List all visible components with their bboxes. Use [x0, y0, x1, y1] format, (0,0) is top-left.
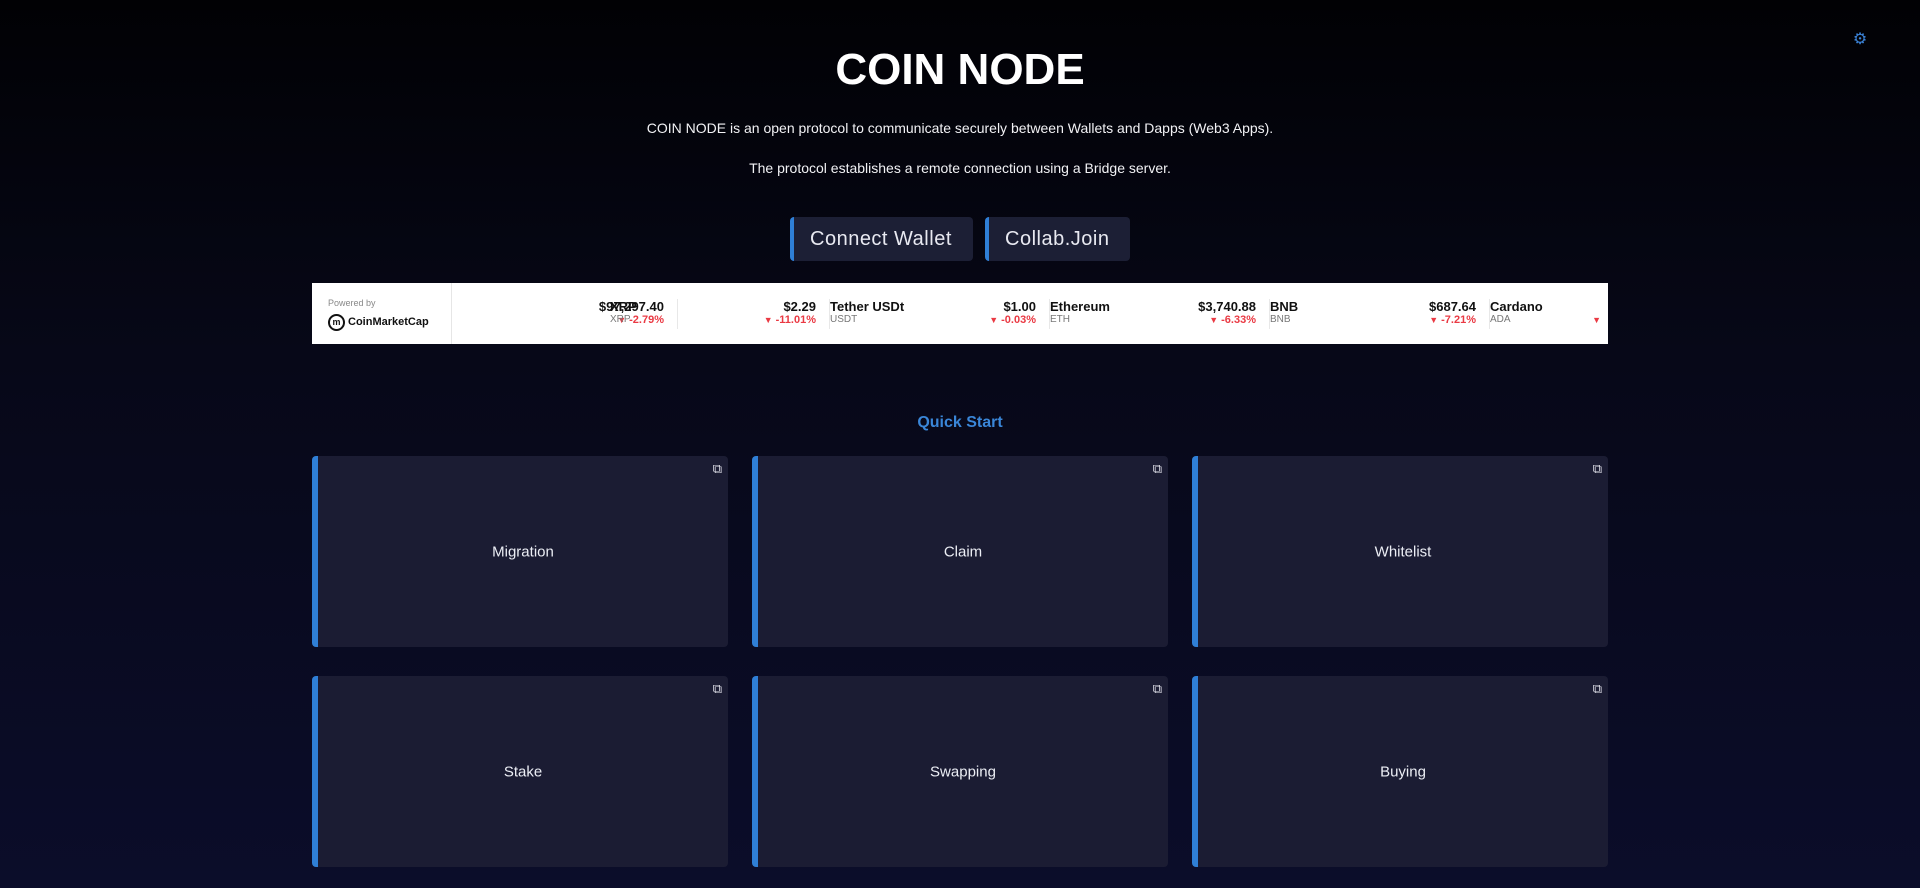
coin-name: XRP [610, 299, 637, 314]
coin-symbol: XRP [610, 314, 631, 325]
ticker-coin[interactable]: BNB BNB $687.64 ▼ -7.21% [1270, 283, 1490, 344]
coin-change-value: -0.03% [1001, 314, 1036, 326]
quick-start-card-buying[interactable]: ⧉ Buying [1192, 676, 1608, 867]
powered-by-label: Powered by [328, 298, 376, 308]
powered-by-cmc[interactable]: Powered by m CoinMarketCap [312, 283, 452, 344]
coin-price: $687.64 [1429, 299, 1476, 314]
coin-name: Cardano [1490, 299, 1543, 314]
coin-change-value: -7.21% [1441, 314, 1476, 326]
quick-start-card-swapping[interactable]: ⧉ Swapping [752, 676, 1168, 867]
coin-change: ▼ [1592, 314, 1604, 326]
quick-start-card-whitelist[interactable]: ⧉ Whitelist [1192, 456, 1608, 647]
coin-price: $3,740.88 [1198, 299, 1256, 314]
coin-change: ▼ -7.21% [1429, 314, 1476, 326]
coin-symbol: ETH [1050, 314, 1070, 325]
coin-name: Ethereum [1050, 299, 1110, 314]
card-label: Whitelist [1374, 543, 1432, 560]
coin-symbol: ADA [1490, 314, 1511, 325]
ticker-coin[interactable]: XRP XRP $2.29 ▼ -11.01% [610, 283, 830, 344]
cmc-logo-icon: m [328, 314, 345, 331]
coin-change: ▼ -11.01% [764, 314, 816, 326]
external-link-icon[interactable]: ⧉ [713, 681, 722, 697]
down-arrow-icon: ▼ [1429, 315, 1439, 325]
coin-symbol: USDT [830, 314, 858, 325]
quick-start-card-migration[interactable]: ⧉ Migration [312, 456, 728, 647]
ticker-coin[interactable]: Ethereum ETH $3,740.88 ▼ -6.33% [1050, 283, 1270, 344]
description-line-1: COIN NODE is an open protocol to communi… [646, 120, 1274, 136]
down-arrow-icon: ▼ [1209, 315, 1219, 325]
coin-price: $1.00 [1003, 299, 1036, 314]
coin-change: ▼ -6.33% [1209, 314, 1256, 326]
provider-name: CoinMarketCap [348, 316, 429, 328]
down-arrow-icon: ▼ [763, 315, 773, 325]
coin-name: BNB [1270, 299, 1299, 314]
quick-start-title: Quick Start [917, 414, 1003, 431]
coin-symbol: BNB [1270, 314, 1291, 325]
card-label: Stake [503, 763, 543, 780]
external-link-icon[interactable]: ⧉ [1153, 681, 1162, 697]
coin-change-value: -6.33% [1221, 314, 1256, 326]
quick-start-card-claim[interactable]: ⧉ Claim [752, 456, 1168, 647]
coin-change: ▼ -0.03% [989, 314, 1036, 326]
price-ticker: Powered by m CoinMarketCap $97,297.40 ▼ -… [312, 283, 1608, 344]
card-label: Swapping [930, 763, 996, 780]
coin-change-value: -11.01% [775, 314, 816, 326]
external-link-icon[interactable]: ⧉ [1153, 461, 1162, 477]
quick-start-card-stake[interactable]: ⧉ Stake [312, 676, 728, 867]
collab-join-button[interactable]: Collab.Join [985, 217, 1130, 261]
coin-name: Tether USDt [830, 299, 905, 314]
external-link-icon[interactable]: ⧉ [1593, 461, 1602, 477]
card-label: Migration [492, 543, 554, 560]
down-arrow-icon: ▼ [1592, 315, 1601, 325]
page-title: COIN NODE [835, 45, 1085, 94]
ticker-coin[interactable]: Tether USDt USDT $1.00 ▼ -0.03% [830, 283, 1050, 344]
external-link-icon[interactable]: ⧉ [1593, 681, 1602, 697]
description-line-2: The protocol establishes a remote connec… [749, 160, 1171, 176]
connect-wallet-button[interactable]: Connect Wallet [790, 217, 973, 261]
coin-price: $2.29 [783, 299, 816, 314]
ticker-coin[interactable]: Cardano ADA ▼ [1490, 283, 1608, 344]
card-label: Claim [943, 543, 983, 560]
down-arrow-icon: ▼ [989, 315, 999, 325]
card-label: Buying [1380, 763, 1426, 780]
external-link-icon[interactable]: ⧉ [713, 461, 722, 477]
